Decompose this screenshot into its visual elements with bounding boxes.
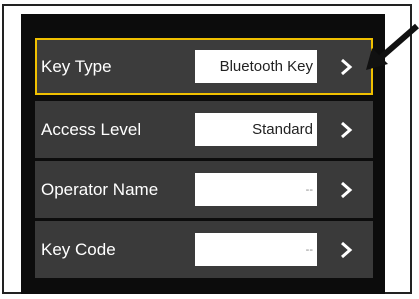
- row-label-key-code: Key Code: [41, 239, 116, 259]
- operator-name-value-field[interactable]: --: [195, 173, 317, 206]
- chevron-right-icon[interactable]: [335, 101, 357, 158]
- row-access-level[interactable]: Access Level Standard: [35, 101, 373, 158]
- row-label-operator-name: Operator Name: [41, 179, 159, 199]
- row-key-type[interactable]: Key Type Bluetooth Key: [35, 38, 373, 95]
- row-label-access-level: Access Level: [41, 119, 142, 139]
- settings-panel: Key Type Bluetooth Key Access Level Stan…: [21, 14, 385, 294]
- row-operator-name[interactable]: Operator Name --: [35, 161, 373, 218]
- row-label-key-type: Key Type: [41, 56, 112, 76]
- row-key-code[interactable]: Key Code --: [35, 221, 373, 278]
- access-level-value-field[interactable]: Standard: [195, 113, 317, 146]
- chevron-right-icon[interactable]: [335, 161, 357, 218]
- screen: Key Type Bluetooth Key Access Level Stan…: [0, 0, 419, 299]
- key-code-value-field[interactable]: --: [195, 233, 317, 266]
- pointer-arrow-icon: [366, 23, 419, 70]
- key-type-value-field[interactable]: Bluetooth Key: [195, 50, 317, 83]
- chevron-right-icon[interactable]: [335, 221, 357, 278]
- chevron-right-icon[interactable]: [335, 40, 357, 93]
